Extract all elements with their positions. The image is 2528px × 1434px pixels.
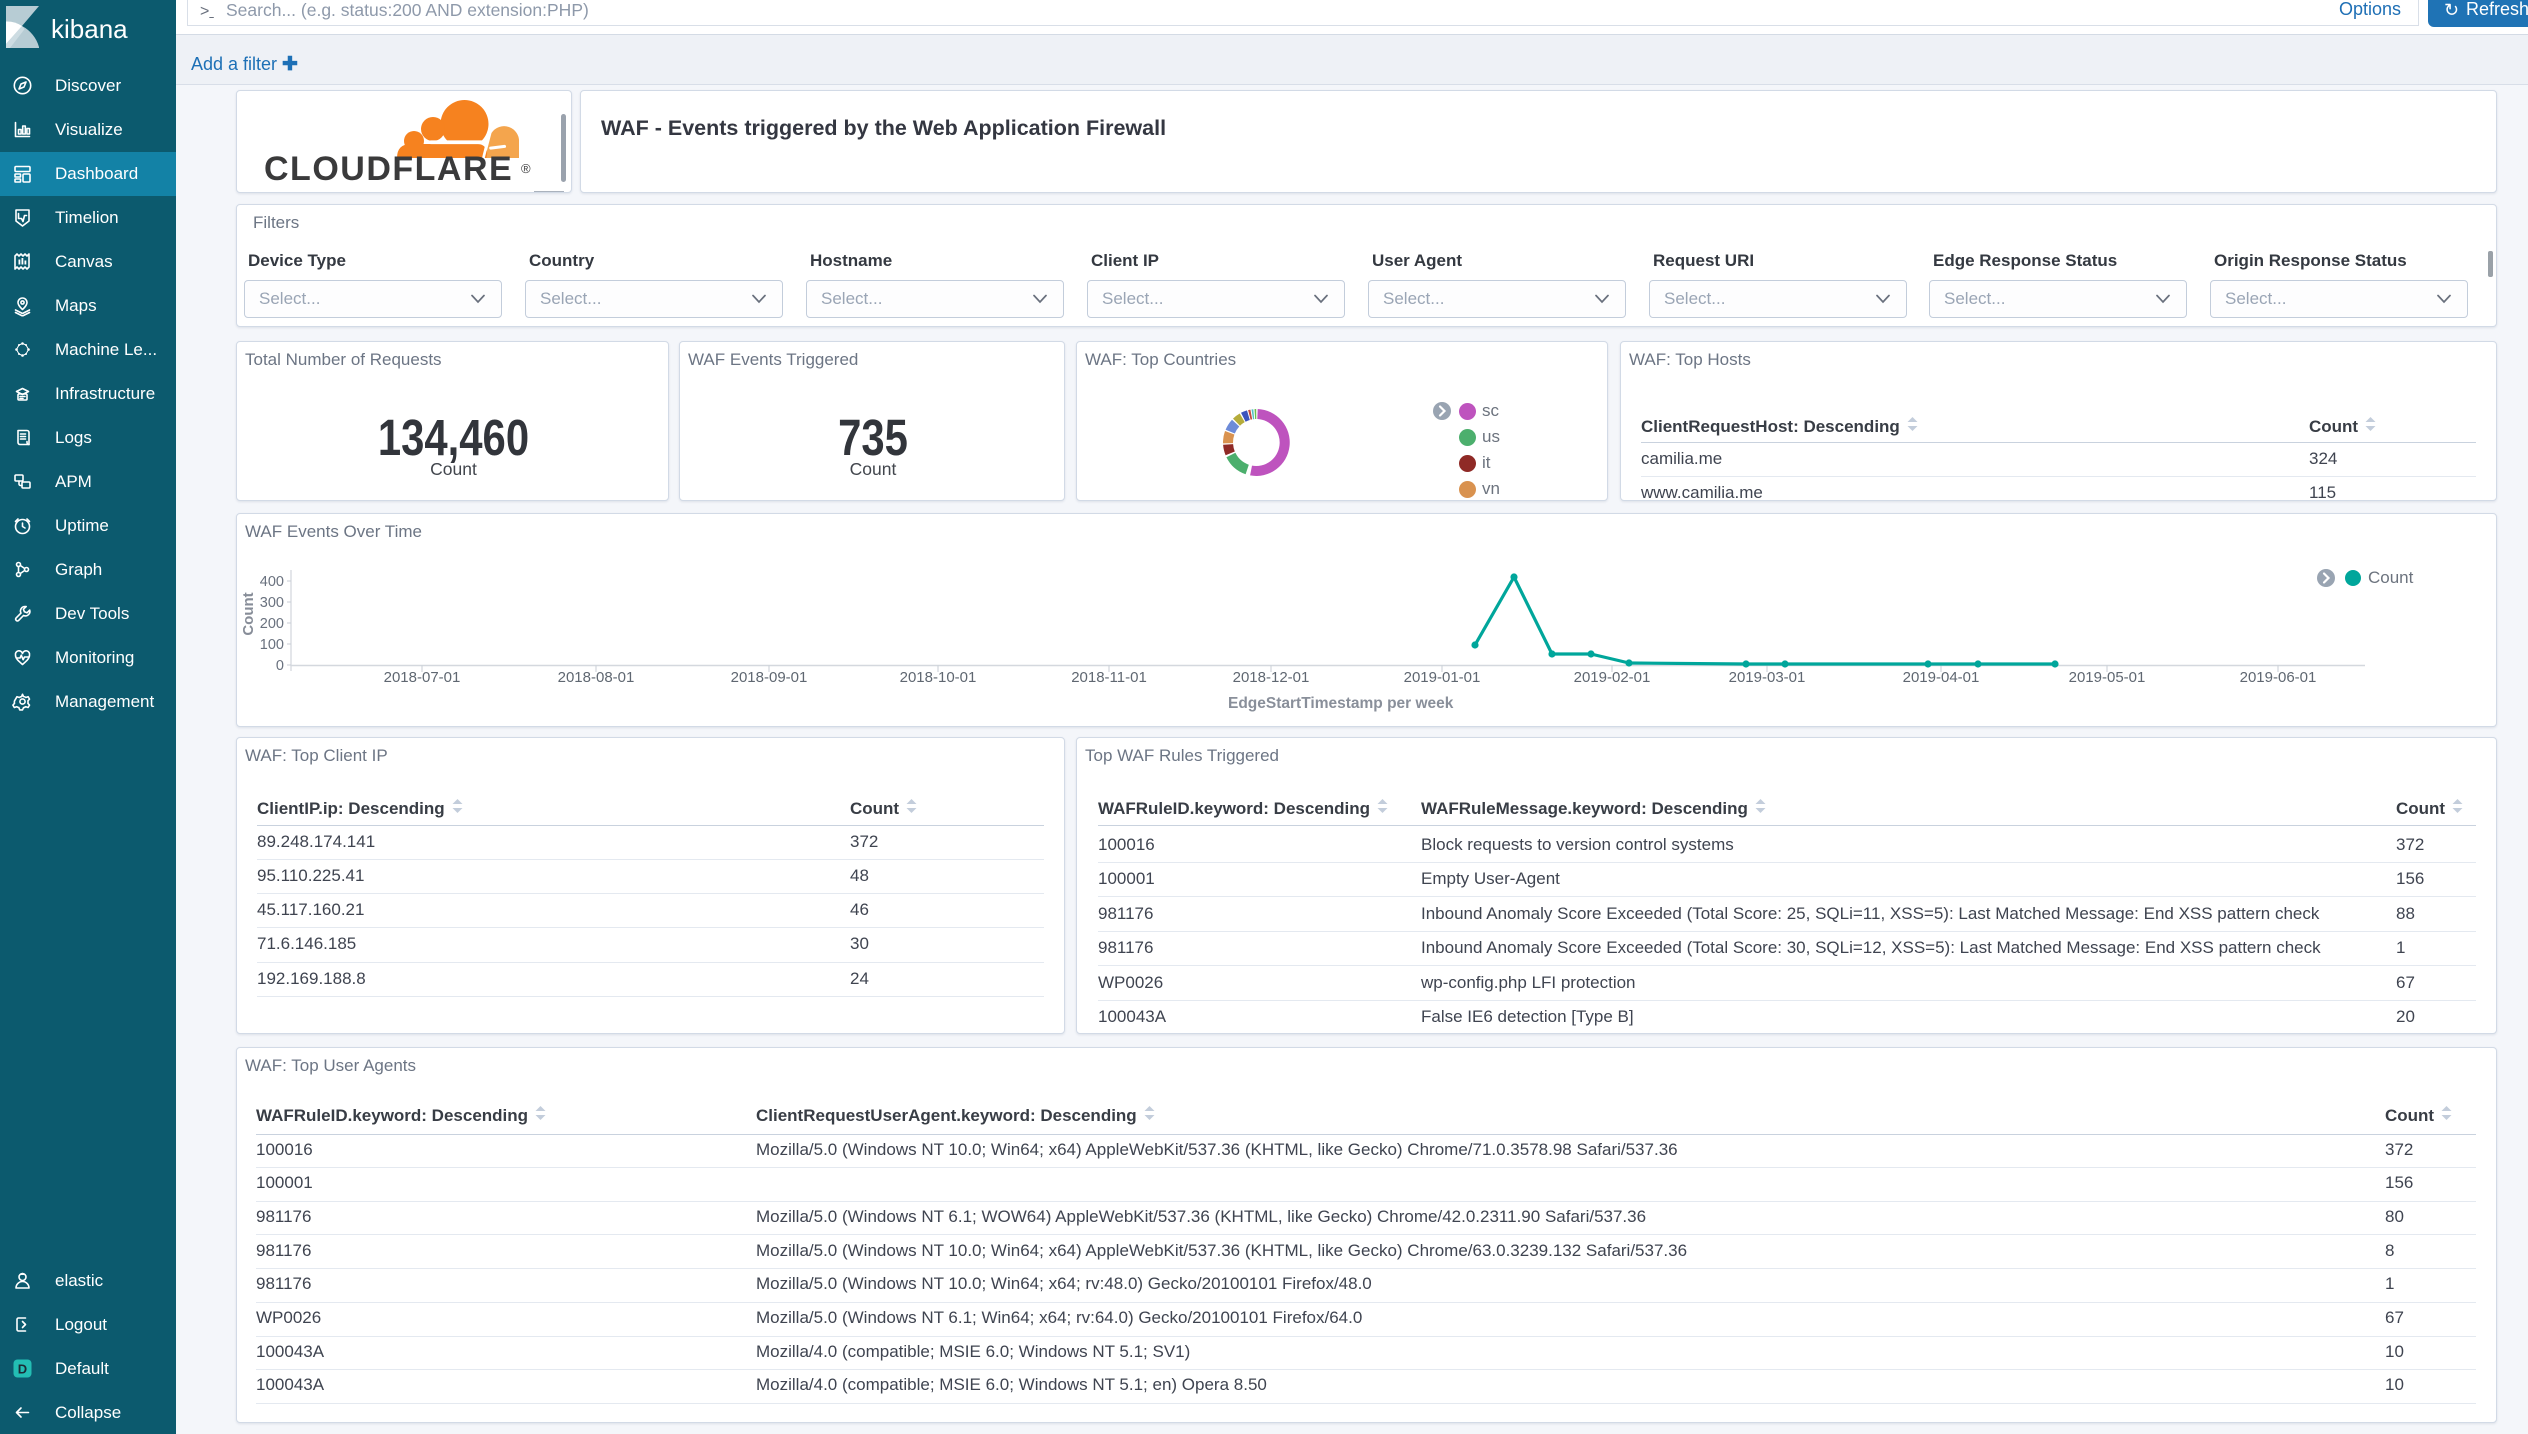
svg-text:100: 100 [260, 637, 284, 653]
svg-text:Count: Count [240, 592, 257, 635]
svg-text:0: 0 [276, 658, 284, 674]
svg-text:400: 400 [260, 574, 284, 590]
svg-text:200: 200 [260, 616, 284, 632]
svg-text:300: 300 [260, 595, 284, 611]
svg-text:D: D [18, 1362, 27, 1377]
